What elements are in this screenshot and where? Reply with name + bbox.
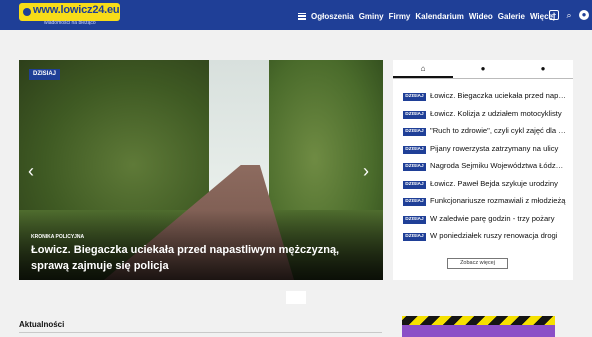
nav-item-ogloszenia[interactable]: Ogłoszenia <box>311 12 354 21</box>
date-badge: DZISIAJ <box>403 93 426 101</box>
news-title[interactable]: W poniedziałek ruszy renowacja drogi <box>430 231 567 240</box>
date-badge: DZISIAJ <box>403 163 426 171</box>
header-actions: + ⌕ ● <box>549 10 589 20</box>
tab-comments[interactable]: ● <box>513 60 573 78</box>
list-item[interactable]: DZISIAJ "Ruch to zdrowie", czyli cykl za… <box>402 123 567 141</box>
search-icon[interactable]: ⌕ <box>564 10 574 20</box>
news-title[interactable]: "Ruch to zdrowie", czyli cykl zajęć dla … <box>430 126 567 135</box>
home-icon: ⌂ <box>420 64 426 73</box>
list-item[interactable]: DZISIAJ Nagroda Sejmiku Województwa Łódz… <box>402 158 567 176</box>
nav-item-kalendarium[interactable]: Kalendarium <box>415 12 463 21</box>
news-title[interactable]: Łowicz. Paweł Bejda szykuje urodziny <box>430 179 567 188</box>
see-more-button[interactable]: Zobacz więcej <box>447 258 508 269</box>
news-sidebar-panel: ⌂ ● ● DZISIAJ Łowicz. Biegaczka uciekała… <box>393 60 573 280</box>
news-title[interactable]: Nagroda Sejmiku Województwa Łódzkiego <box>430 161 567 170</box>
next-slide-icon[interactable]: › <box>363 162 369 180</box>
section-title: Aktualności <box>19 320 65 329</box>
latest-news-list: DZISIAJ Łowicz. Biegaczka uciekała przed… <box>402 88 567 246</box>
logo-text: www.lowicz24.eu <box>33 4 120 16</box>
list-item[interactable]: DZISIAJ Łowicz. Kolizja z udziałem motoc… <box>402 106 567 124</box>
main-navigation: Ogłoszenia Gminy Firmy Kalendarium Wideo… <box>298 9 555 23</box>
featured-article-slider[interactable]: DZISIAJ ‹ › KRONIKA POLICYJNA Łowicz. Bi… <box>19 60 383 280</box>
hamburger-icon[interactable] <box>298 12 306 20</box>
nav-item-wideo[interactable]: Wideo <box>469 12 493 21</box>
date-badge: DZISIAJ <box>403 128 426 136</box>
news-title[interactable]: Łowicz. Kolizja z udziałem motocyklisty <box>430 109 567 118</box>
list-item[interactable]: DZISIAJ W poniedziałek ruszy renowacja d… <box>402 228 567 246</box>
list-item[interactable]: DZISIAJ Pijany rowerzysta zatrzymany na … <box>402 141 567 159</box>
sidebar-tabs: ⌂ ● ● <box>393 60 573 79</box>
nav-item-firmy[interactable]: Firmy <box>389 12 411 21</box>
add-icon[interactable]: + <box>549 10 559 20</box>
date-badge: DZISIAJ <box>403 198 426 206</box>
advertisement-banner[interactable] <box>402 316 555 337</box>
user-icon[interactable]: ● <box>579 10 589 20</box>
news-title[interactable]: W zaledwie parę godzin - trzy pożary <box>430 214 567 223</box>
list-item[interactable]: DZISIAJ Łowicz. Paweł Bejda szykuje urod… <box>402 176 567 194</box>
chat-icon: ● <box>540 64 546 73</box>
date-badge: DZISIAJ <box>403 145 426 154</box>
site-logo[interactable]: www.lowicz24.eu <box>19 3 120 21</box>
tab-home[interactable]: ⌂ <box>393 60 453 78</box>
previous-slide-icon[interactable]: ‹ <box>28 162 34 180</box>
list-item[interactable]: DZISIAJ W zaledwie parę godzin - trzy po… <box>402 211 567 229</box>
tab-popular[interactable]: ● <box>453 60 513 78</box>
date-badge: DZISIAJ <box>403 233 426 241</box>
fire-icon: ● <box>480 64 486 73</box>
article-category[interactable]: KRONIKA POLICYJNA <box>31 234 84 240</box>
top-navigation-bar: www.lowicz24.eu wiadomości na bieżąco Og… <box>0 0 592 30</box>
section-divider <box>19 332 382 333</box>
nav-item-galerie[interactable]: Galerie <box>498 12 525 21</box>
date-badge: DZISIAJ <box>403 215 426 224</box>
news-title[interactable]: Pijany rowerzysta zatrzymany na ulicy <box>430 144 567 153</box>
slider-pagination[interactable] <box>286 291 306 304</box>
list-item[interactable]: DZISIAJ Łowicz. Biegaczka uciekała przed… <box>402 88 567 106</box>
date-badge: DZISIAJ <box>403 110 426 119</box>
featured-article-title[interactable]: Łowicz. Biegaczka uciekała przed napastl… <box>31 242 371 274</box>
list-item[interactable]: DZISIAJ Funkcjonariusze rozmawiali z mło… <box>402 193 567 211</box>
logo-mark-icon <box>23 8 31 16</box>
news-title[interactable]: Łowicz. Biegaczka uciekała przed napastl… <box>430 91 567 100</box>
nav-item-gminy[interactable]: Gminy <box>359 12 384 21</box>
advertisement-bottom-panel <box>402 325 555 337</box>
date-badge: DZISIAJ <box>403 180 426 189</box>
logo-tagline: wiadomości na bieżąco <box>44 20 96 26</box>
date-badge: DZISIAJ <box>29 69 61 80</box>
news-title[interactable]: Funkcjonariusze rozmawiali z młodzieżą <box>430 196 567 205</box>
